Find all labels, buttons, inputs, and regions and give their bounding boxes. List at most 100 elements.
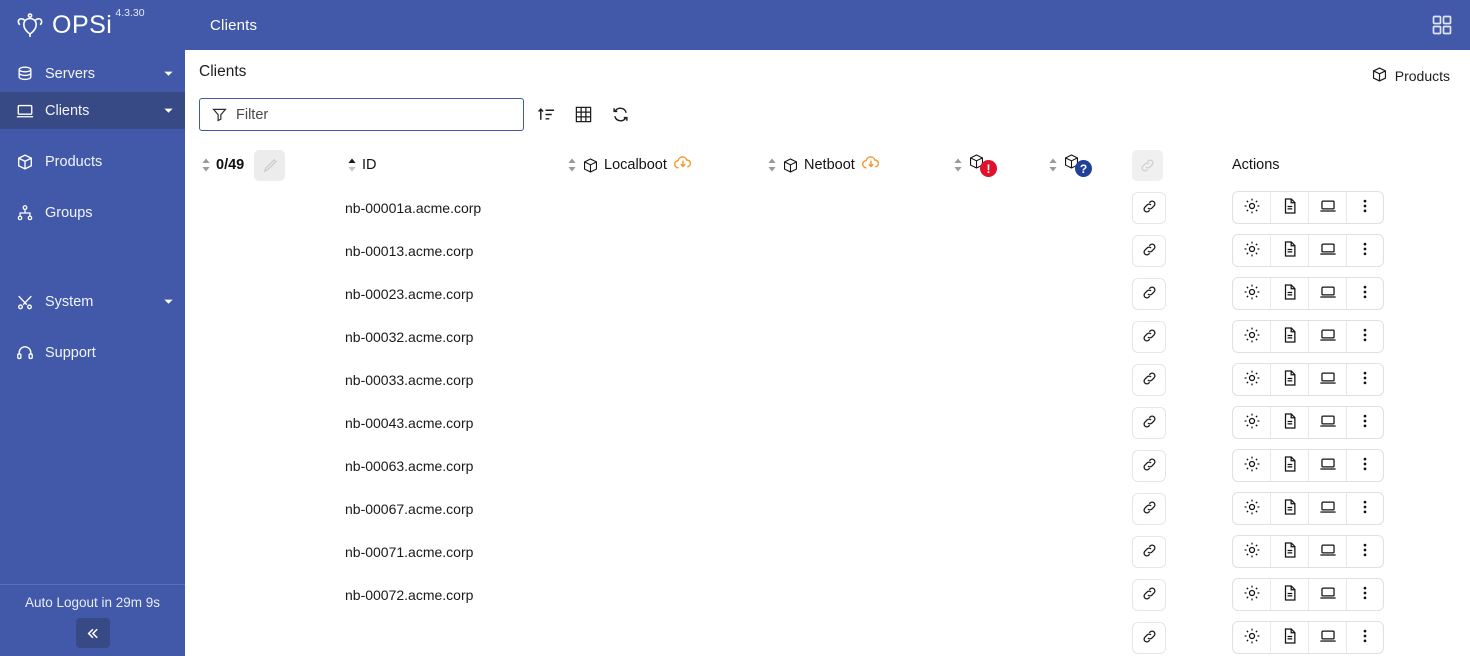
sort-toggle-icon[interactable] bbox=[199, 158, 212, 172]
logs-button[interactable] bbox=[1271, 321, 1309, 352]
sidebar-collapse-button[interactable] bbox=[75, 618, 110, 648]
remote-control-button[interactable] bbox=[1309, 364, 1347, 395]
logs-button[interactable] bbox=[1271, 278, 1309, 309]
remote-control-button[interactable] bbox=[1309, 450, 1347, 481]
logs-button[interactable] bbox=[1271, 407, 1309, 438]
table-row[interactable]: nb-00071.acme.corp bbox=[185, 530, 1470, 573]
more-button[interactable] bbox=[1347, 321, 1383, 352]
more-button[interactable] bbox=[1347, 579, 1383, 610]
brand-logo-area[interactable]: OPSi 4.3.30 bbox=[0, 0, 185, 50]
table-row[interactable]: nb-00032.acme.corp bbox=[185, 315, 1470, 358]
cell-client-id: nb-00023.acme.corp bbox=[345, 286, 565, 302]
refresh-icon[interactable] bbox=[605, 100, 635, 130]
settings-button[interactable] bbox=[1233, 278, 1271, 309]
settings-button[interactable] bbox=[1233, 235, 1271, 266]
more-button[interactable] bbox=[1347, 622, 1383, 653]
client-id-text: nb-00067.acme.corp bbox=[345, 500, 474, 517]
sidebar-item-servers[interactable]: Servers bbox=[0, 55, 185, 92]
connect-link-button[interactable] bbox=[1132, 406, 1166, 439]
more-button[interactable] bbox=[1347, 192, 1383, 223]
connect-link-button[interactable] bbox=[1132, 363, 1166, 396]
connect-link-button[interactable] bbox=[1132, 621, 1166, 654]
sort-toggle-icon[interactable] bbox=[345, 158, 358, 172]
column-header-selection[interactable]: 0/49 bbox=[199, 149, 345, 181]
remote-control-button[interactable] bbox=[1309, 579, 1347, 610]
remote-control-button[interactable] bbox=[1309, 278, 1347, 309]
sort-toggle-icon[interactable] bbox=[951, 158, 964, 172]
settings-button[interactable] bbox=[1233, 364, 1271, 395]
sidebar-item-groups[interactable]: Groups bbox=[0, 194, 185, 231]
connect-link-button[interactable] bbox=[1132, 234, 1166, 267]
chevron-down-icon[interactable] bbox=[161, 296, 175, 307]
sidebar-item-clients[interactable]: Clients bbox=[0, 92, 185, 129]
logs-button[interactable] bbox=[1271, 192, 1309, 223]
more-button[interactable] bbox=[1347, 536, 1383, 567]
table-row[interactable]: nb-00013.acme.corp bbox=[185, 229, 1470, 272]
settings-button[interactable] bbox=[1233, 493, 1271, 524]
settings-button[interactable] bbox=[1233, 622, 1271, 653]
table-row[interactable]: nb-00001a.acme.corp bbox=[185, 186, 1470, 229]
more-button[interactable] bbox=[1347, 364, 1383, 395]
column-header-unknown-products[interactable]: ? bbox=[1046, 153, 1132, 177]
remote-control-button[interactable] bbox=[1309, 622, 1347, 653]
logs-button[interactable] bbox=[1271, 364, 1309, 395]
logs-button[interactable] bbox=[1271, 450, 1309, 481]
column-header-netboot[interactable]: Netboot bbox=[765, 154, 951, 176]
table-row[interactable]: nb-00033.acme.corp bbox=[185, 358, 1470, 401]
sidebar-item-system[interactable]: System bbox=[0, 283, 185, 320]
sidebar-item-support[interactable]: Support bbox=[0, 334, 185, 371]
grid-apps-icon[interactable] bbox=[1422, 5, 1462, 45]
more-button[interactable] bbox=[1347, 235, 1383, 266]
connect-link-button[interactable] bbox=[1132, 449, 1166, 482]
chevron-down-icon[interactable] bbox=[161, 105, 175, 116]
filter-box[interactable] bbox=[199, 98, 524, 131]
settings-button[interactable] bbox=[1233, 321, 1271, 352]
more-button[interactable] bbox=[1347, 450, 1383, 481]
table-row[interactable]: nb-00067.acme.corp bbox=[185, 487, 1470, 530]
table-row[interactable]: nb-00063.acme.corp bbox=[185, 444, 1470, 487]
column-header-localboot[interactable]: Localboot bbox=[565, 154, 765, 176]
table-row[interactable]: nb-00023.acme.corp bbox=[185, 272, 1470, 315]
products-button[interactable]: Products bbox=[1365, 63, 1456, 89]
more-button[interactable] bbox=[1347, 278, 1383, 309]
remote-control-button[interactable] bbox=[1309, 192, 1347, 223]
connect-link-button[interactable] bbox=[1132, 277, 1166, 310]
logs-button[interactable] bbox=[1271, 579, 1309, 610]
sort-toggle-icon[interactable] bbox=[1046, 158, 1059, 172]
more-button[interactable] bbox=[1347, 407, 1383, 438]
filter-input[interactable] bbox=[230, 106, 515, 123]
table-row[interactable] bbox=[185, 616, 1470, 656]
bulk-edit-button bbox=[254, 149, 286, 181]
sidebar-item-products[interactable]: Products bbox=[0, 143, 185, 180]
table-row[interactable]: nb-00043.acme.corp bbox=[185, 401, 1470, 444]
sort-toggle-icon[interactable] bbox=[765, 158, 778, 172]
more-button[interactable] bbox=[1347, 493, 1383, 524]
remote-control-button[interactable] bbox=[1309, 321, 1347, 352]
table-row[interactable]: nb-00072.acme.corp bbox=[185, 573, 1470, 616]
connect-link-button[interactable] bbox=[1132, 578, 1166, 611]
connect-link-button[interactable] bbox=[1132, 535, 1166, 568]
connect-link-button[interactable] bbox=[1132, 492, 1166, 525]
connect-link-button[interactable] bbox=[1132, 320, 1166, 353]
connect-link-button[interactable] bbox=[1132, 191, 1166, 224]
sort-ascending-icon[interactable] bbox=[531, 100, 561, 130]
settings-button[interactable] bbox=[1233, 192, 1271, 223]
remote-control-button[interactable] bbox=[1309, 536, 1347, 567]
settings-button[interactable] bbox=[1233, 450, 1271, 481]
column-header-actions: Actions bbox=[1212, 157, 1470, 173]
settings-button[interactable] bbox=[1233, 407, 1271, 438]
table-grid-icon[interactable] bbox=[568, 100, 598, 130]
logs-button[interactable] bbox=[1271, 622, 1309, 653]
remote-control-button[interactable] bbox=[1309, 235, 1347, 266]
column-header-failed-products[interactable]: ! bbox=[951, 153, 1046, 177]
logs-button[interactable] bbox=[1271, 493, 1309, 524]
column-header-id[interactable]: ID bbox=[345, 157, 565, 173]
remote-control-button[interactable] bbox=[1309, 493, 1347, 524]
remote-control-button[interactable] bbox=[1309, 407, 1347, 438]
logs-button[interactable] bbox=[1271, 536, 1309, 567]
logs-button[interactable] bbox=[1271, 235, 1309, 266]
sort-toggle-icon[interactable] bbox=[565, 158, 578, 172]
settings-button[interactable] bbox=[1233, 536, 1271, 567]
settings-button[interactable] bbox=[1233, 579, 1271, 610]
chevron-down-icon[interactable] bbox=[161, 68, 175, 79]
